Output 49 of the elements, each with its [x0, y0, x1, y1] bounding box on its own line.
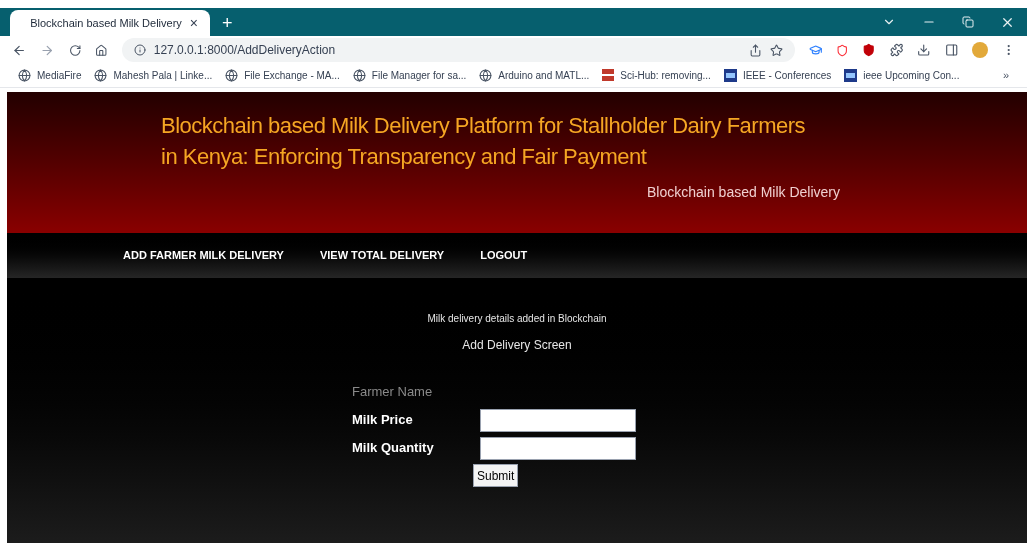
address-text: 127.0.0.1:8000/AddDeliveryAction — [153, 42, 337, 59]
field-label: Milk Price — [352, 411, 414, 430]
input-field[interactable] — [480, 408, 636, 432]
close-icon[interactable]: × — [189, 16, 198, 30]
bookmark[interactable]: ieee Upcoming Con... — [844, 68, 960, 83]
site-title: in Kenya: Enforcing Transparency and Fair Payment — [161, 143, 648, 171]
input-field[interactable] — [480, 436, 636, 460]
submit-button[interactable]: Submit — [473, 464, 519, 487]
address-bar[interactable]: 127.0.0.1:8000/AddDeliveryAction — [121, 38, 795, 62]
more-bookmarks[interactable]: » — [1002, 67, 1009, 84]
ieee-icon — [844, 69, 858, 82]
shield-icon[interactable] — [862, 43, 876, 57]
bookmark[interactable]: File Exchange - MA... — [225, 68, 340, 83]
star-icon[interactable] — [769, 43, 783, 57]
bookmark[interactable]: MediaFire — [18, 68, 82, 83]
bookmark[interactable]: Sci-Hub: removing... — [602, 68, 711, 83]
form-heading: Add Delivery Screen — [462, 337, 572, 354]
bookmark[interactable]: File Manager for sa... — [352, 68, 467, 83]
reload-icon[interactable] — [68, 43, 82, 57]
nav-link[interactable]: LOGOUT — [480, 247, 528, 264]
globe-icon — [225, 69, 239, 82]
status-message: Milk delivery details added in Blockchain — [427, 312, 607, 326]
site-subtitle: Blockchain based Milk Delivery — [647, 183, 841, 202]
nav-link[interactable]: VIEW TOTAL DELIVERY — [319, 247, 445, 264]
download-icon[interactable] — [917, 43, 931, 57]
bookmark[interactable]: Mahesh Pala | Linke... — [94, 68, 213, 83]
bookmark[interactable]: Arduino and MATL... — [479, 68, 590, 83]
globe-icon — [352, 69, 366, 82]
shield-icon[interactable] — [836, 43, 849, 57]
side-panel-icon[interactable] — [944, 43, 959, 57]
globe-icon — [94, 69, 108, 82]
ieee-icon — [723, 69, 737, 82]
field-label: Farmer Name — [352, 383, 434, 402]
new-tab-button[interactable]: + — [222, 14, 233, 32]
site-title: Blockchain based Milk Delivery Platform for Stallholder Dairy Farmers — [161, 112, 807, 140]
field-label: Milk Quantity — [352, 439, 435, 458]
tab-title: Blockchain based Milk Delivery — [30, 15, 182, 31]
home-icon[interactable] — [95, 43, 108, 57]
globe-icon — [479, 69, 493, 82]
cap-icon[interactable] — [808, 43, 822, 57]
sci-hub-icon — [602, 69, 615, 82]
share-icon[interactable] — [748, 43, 762, 57]
browser-tab[interactable]: Blockchain based Milk Delivery × — [10, 10, 210, 36]
puzzle-icon[interactable] — [889, 43, 904, 57]
restore-icon[interactable] — [962, 16, 974, 28]
nav-link[interactable]: ADD FARMER MILK DELIVERY — [123, 247, 284, 264]
bookmark[interactable]: IEEE - Conferences — [723, 68, 832, 83]
info-icon — [133, 44, 146, 56]
globe-icon — [18, 69, 31, 82]
